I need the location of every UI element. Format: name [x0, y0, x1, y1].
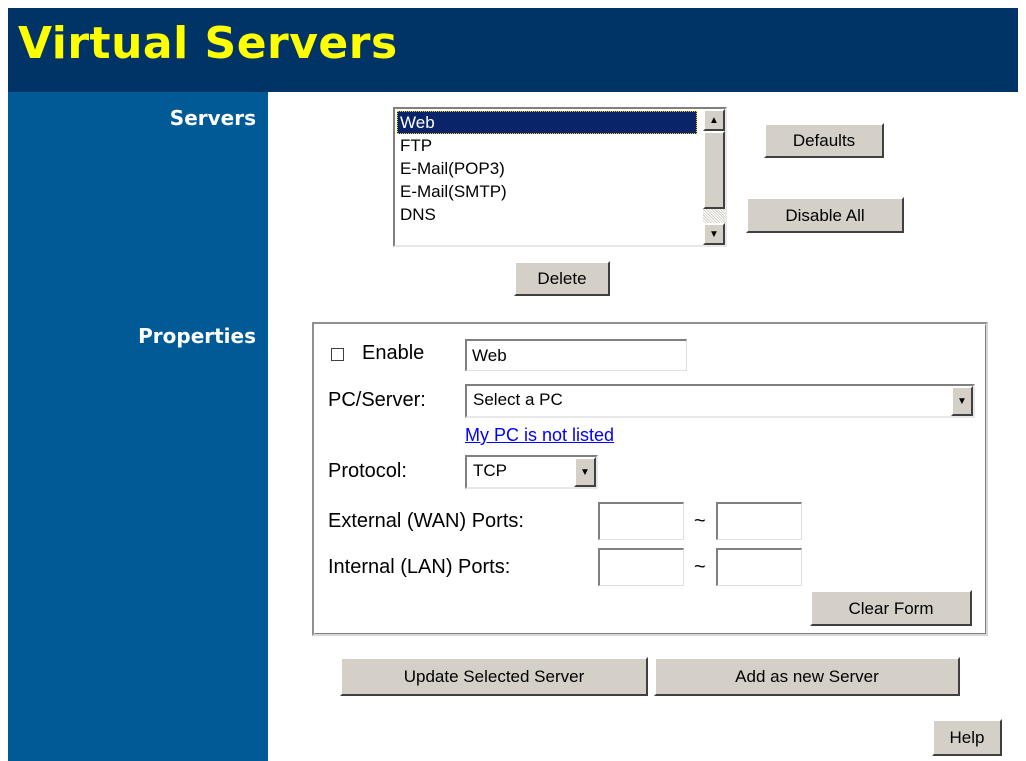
- internal-ports-label: Internal (LAN) Ports:: [328, 556, 511, 578]
- protocol-dropdown-button[interactable]: ▼: [574, 457, 596, 487]
- page-title: Virtual Servers: [18, 18, 398, 69]
- internal-port-separator: ~: [694, 556, 706, 578]
- delete-button[interactable]: Delete: [514, 261, 610, 296]
- server-list-item-web[interactable]: Web: [397, 111, 697, 134]
- clear-form-button[interactable]: Clear Form: [810, 590, 972, 626]
- disable-all-button[interactable]: Disable All: [746, 197, 904, 233]
- external-ports-label: External (WAN) Ports:: [328, 510, 524, 532]
- server-list-item-smtp[interactable]: E-Mail(SMTP): [397, 180, 697, 203]
- chevron-down-icon: ▼: [957, 395, 967, 407]
- pc-server-selected-value: Select a PC: [473, 390, 563, 409]
- update-selected-server-button[interactable]: Update Selected Server: [340, 657, 648, 696]
- pc-server-dropdown-button[interactable]: ▼: [951, 386, 973, 416]
- external-port-from-input[interactable]: [598, 502, 684, 540]
- server-list-item-dns[interactable]: DNS: [397, 203, 697, 226]
- help-button[interactable]: Help: [932, 719, 1002, 756]
- properties-section-label: Properties: [138, 324, 256, 348]
- chevron-down-icon: ▼: [580, 466, 590, 478]
- external-port-to-input[interactable]: [716, 502, 802, 540]
- protocol-selected-value: TCP: [473, 461, 507, 480]
- internal-port-from-input[interactable]: [598, 548, 684, 586]
- server-list-item-ftp[interactable]: FTP: [397, 134, 697, 157]
- enable-checkbox[interactable]: [331, 348, 344, 361]
- arrow-up-icon: ▲: [709, 114, 719, 126]
- pc-server-label: PC/Server:: [328, 389, 426, 411]
- scroll-down-button[interactable]: ▼: [703, 223, 725, 245]
- server-list-item-pop3[interactable]: E-Mail(POP3): [397, 157, 697, 180]
- protocol-select[interactable]: TCP ▼: [465, 455, 598, 489]
- header-bar: Virtual Servers: [8, 8, 1018, 92]
- pc-server-select[interactable]: Select a PC ▼: [465, 384, 975, 418]
- servers-listbox[interactable]: Web FTP E-Mail(POP3) E-Mail(SMTP) DNS ▲ …: [393, 107, 727, 247]
- internal-port-to-input[interactable]: [716, 548, 802, 586]
- server-name-input[interactable]: [465, 339, 687, 371]
- servers-section-label: Servers: [169, 106, 256, 130]
- scroll-thumb[interactable]: [703, 131, 725, 209]
- external-port-separator: ~: [694, 510, 706, 532]
- sidebar: Servers Properties: [8, 92, 268, 761]
- protocol-label: Protocol:: [328, 460, 407, 482]
- pc-not-listed-link[interactable]: My PC is not listed: [465, 425, 614, 446]
- defaults-button[interactable]: Defaults: [764, 123, 884, 158]
- enable-label: Enable: [362, 342, 425, 364]
- scroll-up-button[interactable]: ▲: [703, 109, 725, 131]
- listbox-scrollbar[interactable]: ▲ ▼: [703, 109, 725, 245]
- arrow-down-icon: ▼: [709, 228, 719, 240]
- add-new-server-button[interactable]: Add as new Server: [654, 657, 960, 696]
